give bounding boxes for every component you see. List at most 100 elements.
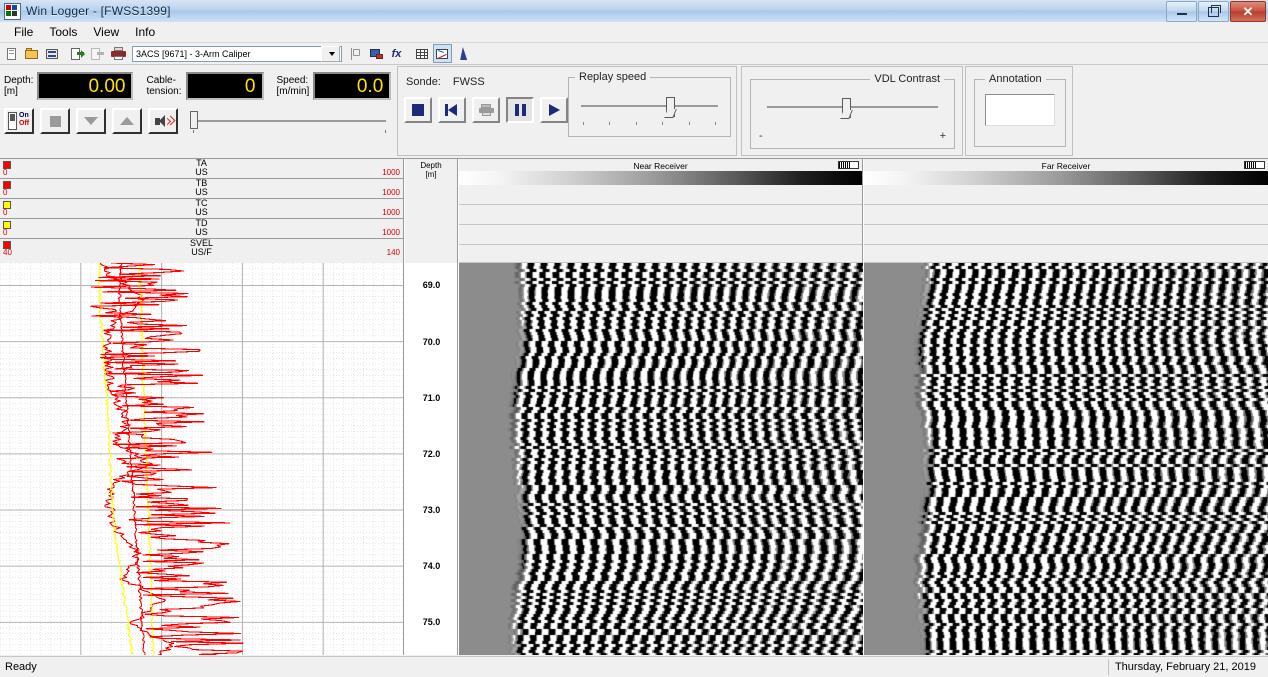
speed-label: Speed:: [277, 75, 310, 86]
new-document-icon[interactable]: [3, 44, 22, 63]
curve-unit: US: [0, 227, 403, 237]
up-arrow-icon[interactable]: [112, 108, 142, 134]
replay-pause-button[interactable]: [506, 97, 534, 123]
tension-display: 0: [186, 72, 264, 100]
chart-view-icon[interactable]: [433, 44, 452, 63]
depth-label: Depth:: [4, 75, 33, 86]
close-button[interactable]: ✕: [1230, 1, 1266, 22]
power-on-label: On: [19, 112, 29, 120]
sonde-info: Sonde:FWSS: [406, 76, 485, 88]
status-message: Ready: [0, 661, 1108, 673]
tension-label: Cable-: [146, 75, 181, 86]
curve-unit: US/F: [0, 247, 403, 257]
tension-label2: tension:: [146, 86, 181, 97]
sonde-label: Sonde:: [406, 76, 441, 88]
chevron-down-icon[interactable]: [321, 46, 340, 62]
vdl-contrast-minus[interactable]: -: [759, 130, 763, 142]
power-off-label: Off: [19, 120, 29, 128]
curve-edit-icon[interactable]: [347, 44, 366, 63]
speed-value: 0.0: [357, 77, 383, 96]
sonde-select[interactable]: 3ACS [9671] - 3-Arm Caliper: [132, 46, 342, 62]
import-icon[interactable]: [89, 44, 108, 63]
open-folder-icon[interactable]: [23, 44, 42, 63]
toolbar: 3ACS [9671] - 3-Arm Caliper fx: [0, 43, 1268, 65]
far-grayscale-gradient: [864, 171, 1268, 185]
speaker-alarm-icon[interactable]: [148, 108, 178, 134]
depth-header-title: Depth: [405, 161, 457, 170]
menu-file[interactable]: File: [6, 23, 41, 41]
curve-plot-track[interactable]: [0, 263, 404, 655]
curve-max: 1000: [382, 168, 400, 177]
sonde-select-value: 3ACS [9671] - 3-Arm Caliper: [133, 49, 321, 59]
restore-button[interactable]: [1198, 1, 1229, 22]
menu-view[interactable]: View: [85, 23, 127, 41]
near-vdl-canvas: [459, 263, 863, 655]
near-receiver-title: Near Receiver: [459, 161, 862, 171]
app-icon: [4, 3, 21, 20]
replay-print-button[interactable]: [472, 97, 500, 123]
annotation-input[interactable]: [985, 94, 1055, 126]
curve-max: 1000: [382, 188, 400, 197]
annotation-title: Annotation: [985, 73, 1046, 85]
curve-track-header: TA US 0 1000 TB US 0 1000 TC US 0 1000: [0, 159, 404, 263]
menu-tools[interactable]: Tools: [41, 23, 85, 41]
readout-panel: Depth: [m] 0.00 Cable- tension: 0: [0, 66, 395, 158]
curve-header-svel[interactable]: SVEL US/F 40 140: [0, 239, 403, 259]
function-fx-icon[interactable]: fx: [387, 44, 406, 63]
tension-value: 0: [245, 77, 256, 96]
depth-scale-track: 69.070.071.072.073.074.075.0: [405, 263, 458, 655]
curve-max: 1000: [382, 208, 400, 217]
menu-bar: File Tools View Info: [0, 22, 1268, 43]
annotation-panel: Annotation: [965, 66, 1073, 156]
curve-unit: US: [0, 167, 403, 177]
down-arrow-icon[interactable]: [76, 108, 106, 134]
near-grayscale-gradient: [459, 171, 862, 185]
replay-rewind-button[interactable]: [438, 97, 466, 123]
near-receiver-header: Near Receiver: [459, 159, 863, 263]
status-date: Thursday, February 21, 2019: [1108, 659, 1262, 675]
curve-header-td[interactable]: TD US 0 1000: [0, 219, 403, 239]
near-receiver-vdl[interactable]: [459, 263, 863, 655]
winch-speed-slider[interactable]: [188, 108, 394, 134]
replay-speed-ticks: [583, 122, 716, 125]
control-panels: Depth: [m] 0.00 Cable- tension: 0: [0, 66, 1268, 158]
replay-play-button[interactable]: [540, 97, 568, 123]
save-database-icon[interactable]: [43, 44, 62, 63]
depth-display: 0.00: [37, 72, 133, 100]
depth-unit: [m]: [4, 86, 33, 97]
curve-header-tc[interactable]: TC US 0 1000: [0, 199, 403, 219]
depth-tick-label: 73.0: [405, 505, 458, 515]
replay-stop-button[interactable]: [404, 97, 432, 123]
depth-tick-label: 72.0: [405, 449, 458, 459]
menu-info[interactable]: Info: [127, 23, 163, 41]
title-bar: Win Logger - [FWSS1399] ✕: [0, 0, 1268, 23]
depth-tick-label: 74.0: [405, 561, 458, 571]
table-view-icon[interactable]: [413, 44, 432, 63]
vdl-contrast-plus[interactable]: +: [940, 130, 946, 142]
power-toggle-icon[interactable]: On Off: [4, 108, 34, 134]
vdl-contrast-group: VDL Contrast - +: [750, 79, 955, 149]
vdl-contrast-panel: VDL Contrast - +: [741, 66, 963, 156]
depth-tick-label: 75.0: [405, 617, 458, 627]
far-receiver-vdl[interactable]: [864, 263, 1268, 655]
scale-bar-icon: [838, 161, 859, 169]
curve-header-tb[interactable]: TB US 0 1000: [0, 179, 403, 199]
far-receiver-title: Far Receiver: [864, 161, 1268, 171]
status-bar: Ready Thursday, February 21, 2019: [0, 656, 1268, 677]
speed-display: 0.0: [313, 72, 391, 100]
curve-min: 0: [3, 208, 7, 217]
print-icon[interactable]: [109, 44, 128, 63]
curve-header-ta[interactable]: TA US 0 1000: [0, 159, 403, 179]
curve-unit: US: [0, 187, 403, 197]
window-controls: ✕: [1165, 1, 1266, 21]
depth-header-unit: [m]: [405, 170, 457, 179]
depth-tick-label: 69.0: [405, 280, 458, 290]
lightning-icon[interactable]: [453, 44, 472, 63]
log-display-area: TA US 0 1000 TB US 0 1000 TC US 0 1000: [0, 158, 1268, 655]
export-icon[interactable]: [69, 44, 88, 63]
stop-icon[interactable]: [40, 108, 70, 134]
curve-plot-svg: [0, 263, 404, 655]
minimize-button[interactable]: [1166, 1, 1197, 22]
application-window: Win Logger - [FWSS1399] ✕ File Tools Vie…: [0, 0, 1268, 677]
sonde-config-icon[interactable]: [367, 44, 386, 63]
